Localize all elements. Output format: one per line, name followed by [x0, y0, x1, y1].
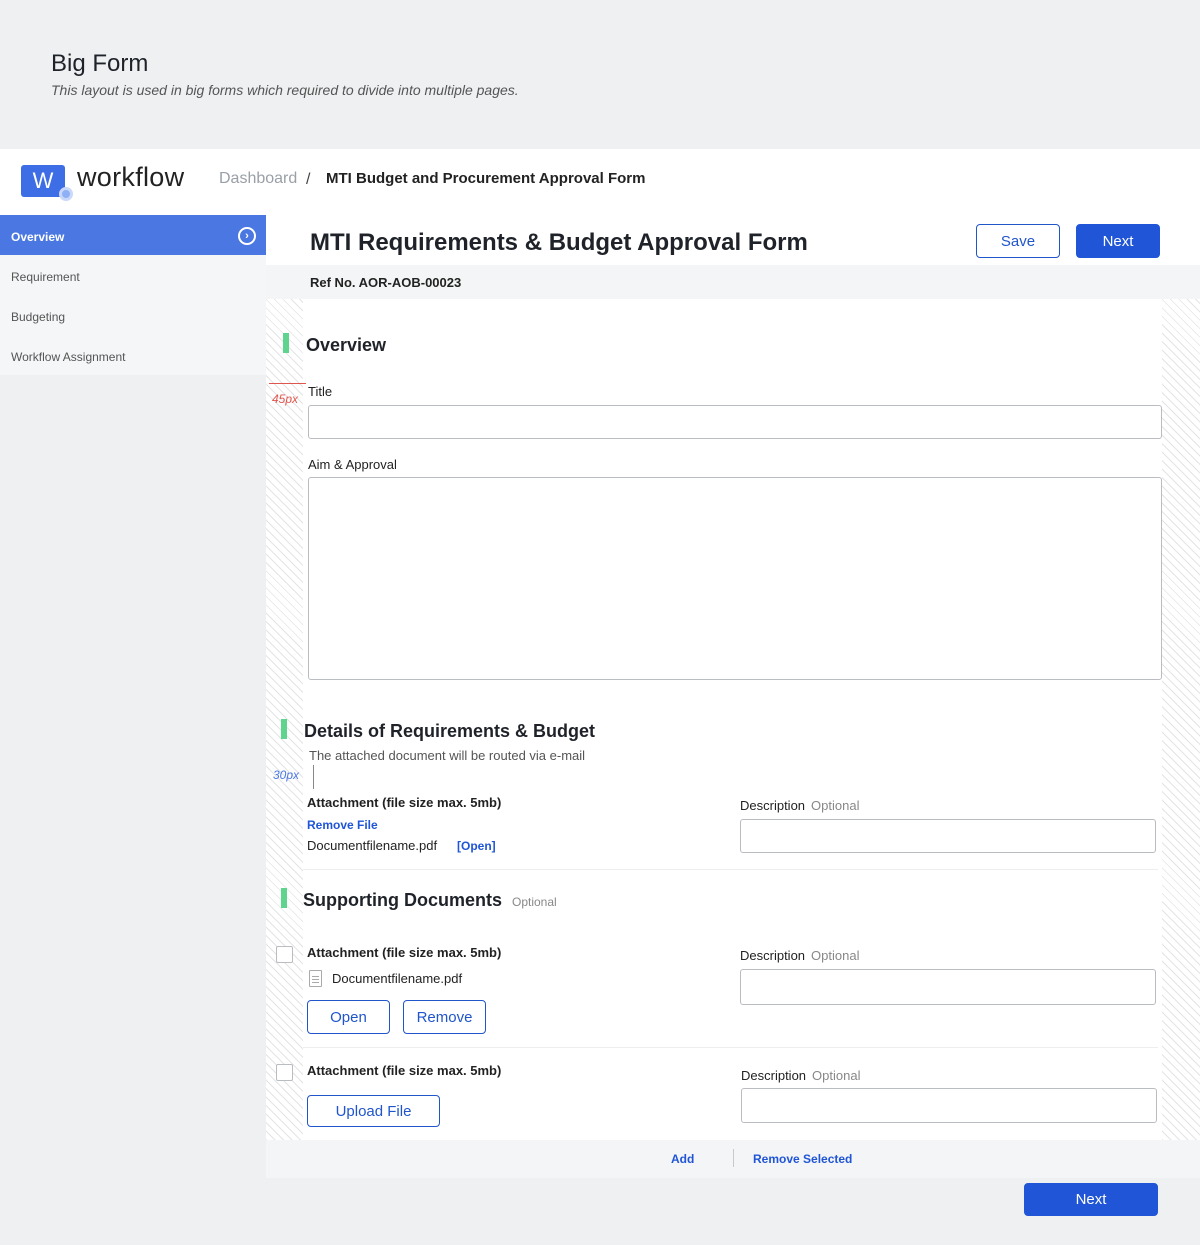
aim-approval-textarea[interactable] — [308, 477, 1162, 680]
remove-button[interactable]: Remove — [403, 1000, 486, 1034]
file-icon — [309, 970, 322, 987]
attachment-filename: Documentfilename.pdf — [332, 971, 463, 986]
aim-approval-label: Aim & Approval — [308, 457, 397, 472]
top-bar: W workflow Dashboard / MTI Budget and Pr… — [0, 149, 1200, 215]
main-panel: MTI Requirements & Budget Approval Form … — [266, 215, 1200, 1245]
optional-text: Optional — [512, 895, 557, 909]
details-note: The attached document will be routed via… — [309, 748, 586, 763]
sidebar-empty-area — [0, 375, 266, 1245]
spacing-indicator-30 — [313, 765, 314, 789]
attachment-label: Attachment (file size max. 5mb) — [307, 1063, 502, 1078]
workflow-logo[interactable]: W — [21, 165, 77, 205]
attachment-label: Attachment (file size max. 5mb) — [307, 795, 502, 810]
sidebar-item-label: Workflow Assignment — [11, 350, 126, 364]
attachment-label: Attachment (file size max. 5mb) — [307, 945, 502, 960]
spacing-indicator-45 — [269, 383, 306, 384]
doc-subtitle: This layout is used in big forms which r… — [51, 82, 519, 98]
sidebar-item-label: Requirement — [11, 270, 80, 284]
optional-text: Optional — [811, 948, 860, 963]
section-title-supporting: Supporting Documents Optional — [303, 890, 557, 911]
section-marker — [281, 888, 287, 908]
breadcrumb-current: MTI Budget and Procurement Approval Form — [326, 170, 646, 187]
remove-file-link[interactable]: Remove File — [307, 818, 378, 832]
breadcrumb-dashboard[interactable]: Dashboard — [219, 170, 297, 188]
supporting-actions-bar: Add Remove Selected — [266, 1140, 1200, 1178]
title-input[interactable] — [308, 405, 1162, 439]
doc-title: Big Form — [51, 50, 149, 77]
sidebar-item-workflow-assignment[interactable]: Workflow Assignment — [0, 335, 266, 375]
supporting-heading-text: Supporting Documents — [303, 890, 502, 910]
optional-text: Optional — [811, 798, 860, 813]
section-title-details: Details of Requirements & Budget — [304, 721, 596, 741]
sidebar-item-requirement[interactable]: Requirement — [0, 255, 266, 295]
sidebar-item-overview[interactable]: Overview › — [0, 215, 266, 255]
doc-header: Big Form This layout is used in big form… — [0, 0, 1200, 149]
ref-bar: Ref No. AOR-AOB-00023 — [266, 265, 1200, 299]
description-label-text: Description — [741, 1068, 807, 1083]
open-button[interactable]: Open — [307, 1000, 390, 1034]
spacing-annotation-30: 30px — [273, 768, 300, 782]
attachment-filename: Documentfilename.pdf — [307, 838, 438, 853]
section-marker — [283, 333, 289, 353]
supporting-description-input-2[interactable] — [741, 1088, 1157, 1123]
add-row-link[interactable]: Add — [671, 1152, 694, 1166]
section-marker — [281, 719, 287, 739]
next-button-bottom[interactable]: Next — [1024, 1183, 1158, 1216]
chevron-right-circle-icon: › — [238, 227, 256, 245]
sidebar-item-label: Overview — [11, 230, 65, 244]
sidebar: Overview › Requirement Budgeting Workflo… — [0, 215, 266, 375]
row-select-checkbox[interactable] — [276, 1064, 293, 1081]
description-label: Description Optional — [741, 1068, 860, 1083]
sidebar-item-label: Budgeting — [11, 310, 66, 324]
app-window: W workflow Dashboard / MTI Budget and Pr… — [0, 149, 1200, 1245]
ref-number: Ref No. AOR-AOB-00023 — [310, 275, 462, 290]
optional-text: Optional — [812, 1068, 861, 1083]
upload-file-button[interactable]: Upload File — [307, 1095, 440, 1127]
supporting-description-input-1[interactable] — [740, 969, 1156, 1005]
logo-text: workflow — [77, 162, 185, 192]
description-label: Description Optional — [740, 948, 859, 963]
form-title: MTI Requirements & Budget Approval Form — [310, 229, 808, 256]
description-label: Description Optional — [740, 798, 859, 813]
section-title-overview: Overview — [306, 335, 387, 355]
remove-selected-link[interactable]: Remove Selected — [753, 1152, 852, 1166]
breadcrumb-separator: / — [306, 171, 311, 188]
details-description-input[interactable] — [740, 819, 1156, 853]
divider — [303, 869, 1158, 870]
form-content: Overview 45px Title Aim & Approval Detai… — [269, 299, 1162, 1140]
next-button-top[interactable]: Next — [1076, 224, 1160, 258]
sidebar-item-budgeting[interactable]: Budgeting — [0, 295, 266, 335]
title-label: Title — [308, 384, 333, 399]
open-file-link[interactable]: [Open] — [457, 839, 496, 853]
description-label-text: Description — [740, 798, 806, 813]
spacing-annotation-45: 45px — [272, 392, 299, 406]
description-label-text: Description — [740, 948, 806, 963]
bottom-actions: Next — [266, 1178, 1200, 1245]
row-select-checkbox[interactable] — [276, 946, 293, 963]
divider — [303, 1047, 1158, 1048]
divider — [733, 1149, 734, 1167]
right-margin-hatch — [1162, 299, 1200, 1140]
logo-gear-icon — [59, 187, 73, 201]
save-button[interactable]: Save — [976, 224, 1060, 258]
